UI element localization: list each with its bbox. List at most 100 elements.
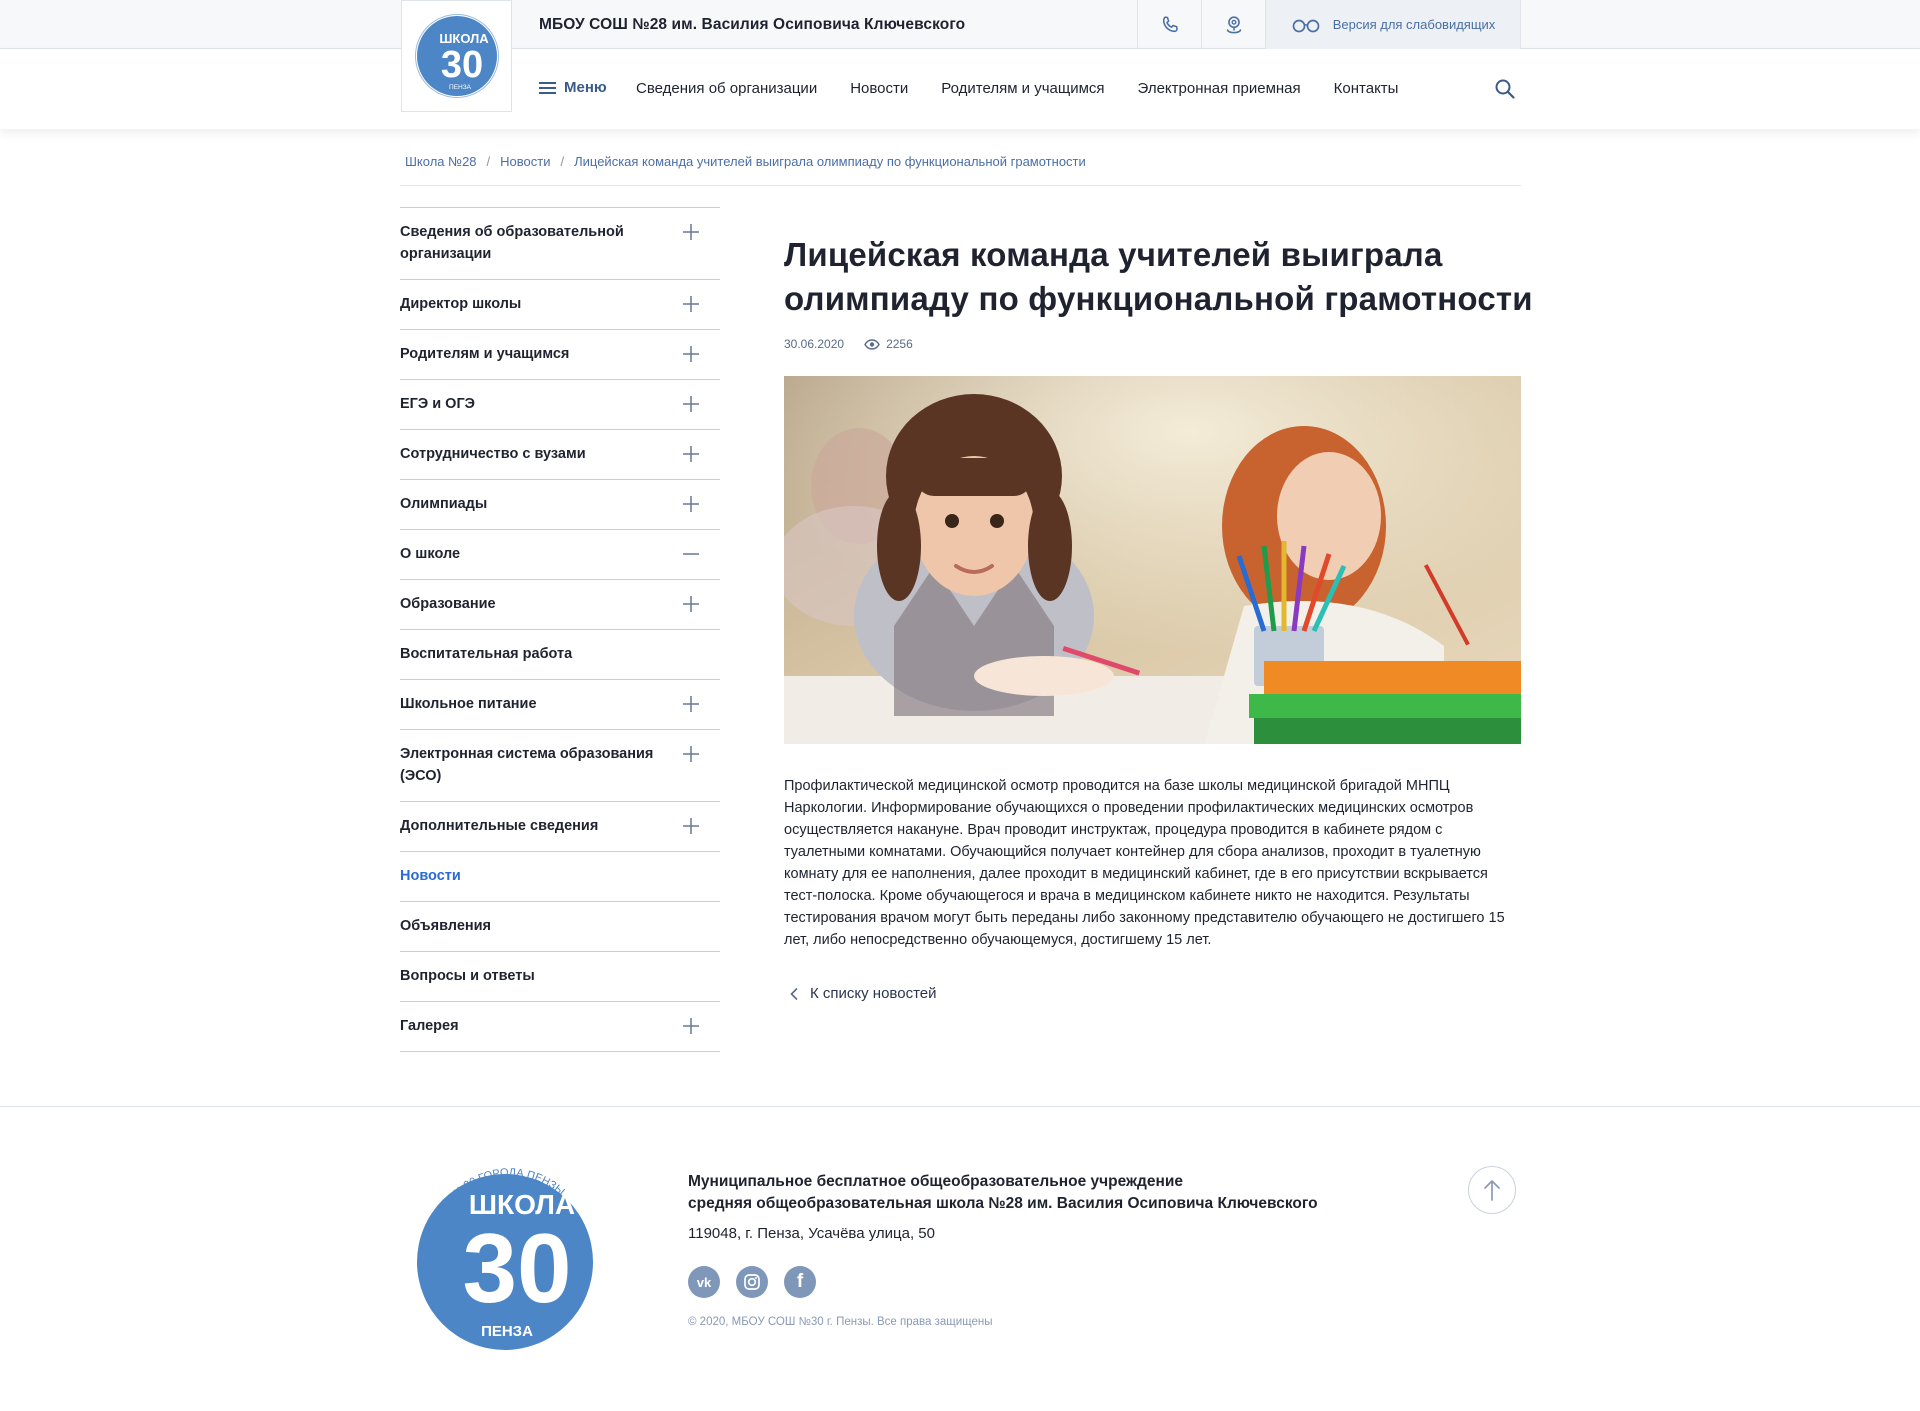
sidebar-item[interactable]: Директор школы — [400, 280, 720, 330]
minus-icon[interactable] — [682, 545, 700, 563]
sidebar-item[interactable]: Школьное питание — [400, 680, 720, 730]
divider — [400, 185, 1521, 186]
plus-icon[interactable] — [682, 345, 700, 363]
article-image — [784, 376, 1521, 744]
sidebar-item[interactable]: ЕГЭ и ОГЭ — [400, 380, 720, 430]
plus-icon[interactable] — [682, 1017, 700, 1035]
footer-org-line-2: средняя общеобразовательная школа №28 им… — [688, 1195, 1318, 1212]
location-icon — [1226, 15, 1241, 33]
footer-org-name: Муниципальное бесплатное общеобразовател… — [688, 1171, 1318, 1215]
footer-logo-emblem: МБОУ СОШ №30 ГОРОДА ПЕНЗЫ ШКОЛА 30 ПЕНЗА — [417, 1167, 593, 1350]
copyright: © 2020, МБОУ СОШ №30 г. Пензы. Все права… — [688, 1316, 993, 1328]
nav-link-contacts[interactable]: Контакты — [1334, 80, 1399, 97]
sidebar-item-label: Воспитательная работа — [400, 646, 573, 662]
plus-icon[interactable] — [682, 595, 700, 613]
sidebar-item-label: Объявления — [400, 918, 492, 934]
sidebar-item[interactable]: Новости — [400, 852, 720, 902]
main-nav: Сведения об организации Новости Родителя… — [636, 80, 1398, 97]
plus-icon[interactable] — [682, 745, 700, 763]
plus-icon[interactable] — [682, 295, 700, 313]
plus-icon[interactable] — [682, 223, 700, 241]
sidebar-item[interactable]: Галерея — [400, 1002, 720, 1052]
sidebar-item-label: Директор школы — [400, 296, 522, 312]
sidebar-item-label: Олимпиады — [400, 496, 488, 512]
facebook-icon[interactable]: f — [784, 1266, 816, 1298]
breadcrumb-home[interactable]: Школа №28 — [405, 154, 477, 169]
low-vision-label: Версия для слабовидящих — [1332, 17, 1496, 32]
sidebar-item-label: Сведения об образовательной организации — [400, 224, 624, 262]
nav-link-about[interactable]: Сведения об организации — [636, 80, 817, 97]
plus-icon[interactable] — [682, 817, 700, 835]
sidebar-item-label: О школе — [400, 546, 461, 562]
footer-logo[interactable]: МБОУ СОШ №30 ГОРОДА ПЕНЗЫ ШКОЛА 30 ПЕНЗА — [405, 1150, 605, 1350]
nav-link-news[interactable]: Новости — [850, 80, 908, 97]
low-vision-button[interactable]: Версия для слабовидящих — [1265, 0, 1521, 49]
eye-icon — [864, 338, 880, 350]
phone-button[interactable] — [1137, 0, 1201, 49]
sidebar-item[interactable]: Электронная система образования (ЭСО) — [400, 730, 720, 802]
article-views: 2256 — [864, 337, 913, 351]
sidebar-item-label: ЕГЭ и ОГЭ — [400, 396, 475, 412]
search-icon — [1495, 79, 1515, 99]
sidebar-item[interactable]: Олимпиады — [400, 480, 720, 530]
sidebar-item[interactable]: Образование — [400, 580, 720, 630]
footer-logo-number: 30 — [462, 1213, 571, 1323]
logo-number: 30 — [440, 44, 482, 86]
location-button[interactable] — [1201, 0, 1265, 49]
sidebar-item[interactable]: Воспитательная работа — [400, 630, 720, 680]
sidebar-item-label: Вопросы и ответы — [400, 968, 535, 984]
menu-icon — [539, 81, 556, 94]
arrow-up-icon — [1484, 1180, 1500, 1201]
footer-address: 119048, г. Пенза, Усачёва улица, 50 — [688, 1225, 935, 1242]
sidebar-item[interactable]: Сотрудничество с вузами — [400, 430, 720, 480]
logo-emblem: ШКОЛА 30 ПЕНЗА — [414, 14, 499, 98]
article-body: Профилактической медицинской осмотр пров… — [784, 778, 1505, 948]
plus-icon[interactable] — [682, 395, 700, 413]
back-to-news-link[interactable]: К списку новостей — [790, 985, 937, 1002]
plus-icon[interactable] — [682, 695, 700, 713]
nav-link-parents[interactable]: Родителям и учащимся — [941, 80, 1104, 97]
scroll-to-top-button[interactable] — [1468, 1166, 1516, 1214]
sidebar-item-label: Галерея — [400, 1018, 459, 1034]
sidebar-item-label: Школьное питание — [400, 696, 537, 712]
plus-icon[interactable] — [682, 495, 700, 513]
sidebar-item-label: Сотрудничество с вузами — [400, 446, 586, 462]
logo-bottom-text: ПЕНЗА — [449, 84, 472, 91]
sidebar-item-label: Новости — [400, 868, 461, 884]
sidebar-item-label: Образование — [400, 596, 496, 612]
site-title: МБОУ СОШ №28 им. Василия Осиповича Ключе… — [539, 16, 966, 33]
plus-icon[interactable] — [682, 445, 700, 463]
menu-label: Меню — [564, 79, 607, 96]
footer-logo-bottom: ПЕНЗА — [481, 1323, 533, 1340]
menu-button[interactable]: Меню — [539, 79, 607, 96]
breadcrumb-news[interactable]: Новости — [500, 154, 550, 169]
breadcrumb: Школа №28 / Новости / Лицейская команда … — [405, 154, 1086, 169]
sidebar-item[interactable]: Дополнительные сведения — [400, 802, 720, 852]
footer-org-line-1: Муниципальное бесплатное общеобразовател… — [688, 1173, 1183, 1190]
article-meta: 30.06.2020 2256 — [784, 337, 913, 351]
sidebar-item[interactable]: Сведения об образовательной организации — [400, 208, 720, 280]
instagram-icon[interactable] — [736, 1266, 768, 1298]
sidebar-item[interactable]: Объявления — [400, 902, 720, 952]
glasses-icon — [1292, 19, 1320, 32]
search-button[interactable] — [1494, 78, 1516, 105]
breadcrumb-separator: / — [486, 154, 491, 169]
breadcrumb-separator: / — [560, 154, 565, 169]
article-title: Лицейская команда учителей выиграла олим… — [784, 236, 1533, 317]
social-links: vk f — [688, 1266, 816, 1298]
vk-icon[interactable]: vk — [688, 1266, 720, 1298]
instagram-glyph — [744, 1274, 760, 1290]
sidebar-item-label: Родителям и учащимся — [400, 346, 570, 362]
header-logo[interactable]: ШКОЛА 30 ПЕНЗА — [401, 0, 512, 112]
chevron-left-icon — [790, 987, 798, 1000]
footer-divider — [0, 1106, 1920, 1107]
sidebar-item[interactable]: О школе — [400, 530, 720, 580]
phone-icon — [1162, 15, 1178, 32]
nav-link-reception[interactable]: Электронная приемная — [1138, 80, 1301, 97]
sidebar-item[interactable]: Вопросы и ответы — [400, 952, 720, 1002]
sidebar-item-label: Дополнительные сведения — [400, 818, 599, 834]
sidebar-item[interactable]: Родителям и учащимся — [400, 330, 720, 380]
sidebar-item-label: Электронная система образования (ЭСО) — [400, 746, 654, 784]
back-link-label: К списку новостей — [810, 985, 937, 1002]
article-views-count: 2256 — [886, 337, 913, 351]
